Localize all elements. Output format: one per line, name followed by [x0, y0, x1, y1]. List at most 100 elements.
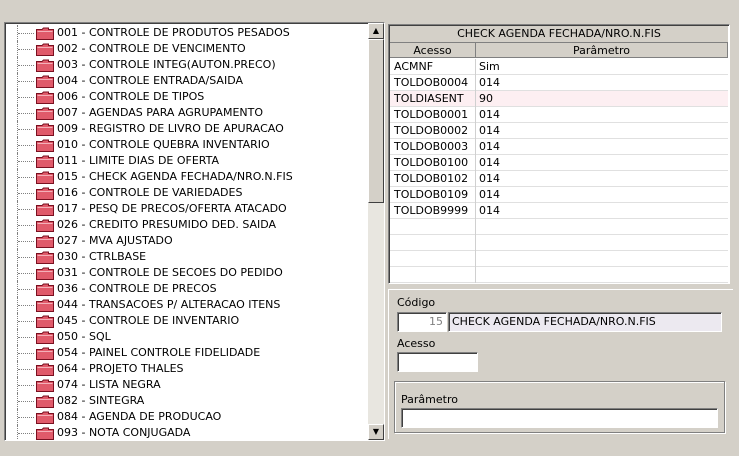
tree-line	[18, 49, 34, 50]
parametro-cell: 014	[479, 124, 500, 137]
tree-item[interactable]: 093 - NOTA CONJUGADA	[7, 425, 369, 440]
acesso-cell: TOLDIASENT	[394, 92, 464, 105]
scroll-thumb[interactable]	[368, 39, 384, 203]
tree-item[interactable]: 027 - MVA AJUSTADO	[7, 233, 369, 249]
tree-scrollbar[interactable]: ▲ ▼	[368, 23, 384, 440]
tree-item[interactable]: 007 - AGENDAS PARA AGRUPAMENTO	[7, 105, 369, 121]
column-header-acesso[interactable]: Acesso	[390, 43, 476, 58]
tree-line	[18, 417, 34, 418]
tree-item[interactable]: 064 - PROJETO THALES	[7, 361, 369, 377]
table-row[interactable]	[390, 219, 728, 235]
folder-icon	[36, 203, 54, 216]
grid-title: CHECK AGENDA FECHADA/NRO.N.FIS	[390, 26, 728, 43]
scroll-down-button[interactable]: ▼	[368, 424, 384, 440]
tree-item[interactable]: 017 - PESQ DE PRECOS/OFERTA ATACADO	[7, 201, 369, 217]
tree-line	[18, 241, 34, 242]
tree-item[interactable]: 036 - CONTROLE DE PRECOS	[7, 281, 369, 297]
tree-line	[18, 225, 34, 226]
table-row[interactable]: TOLDOB0004 014	[390, 75, 728, 91]
tree-item-label: 074 - LISTA NEGRA	[57, 378, 161, 391]
folder-icon	[36, 379, 54, 392]
tree-item-label: 027 - MVA AJUSTADO	[57, 234, 173, 247]
folder-icon	[36, 27, 54, 40]
tree-item[interactable]: 011 - LIMITE DIAS DE OFERTA	[7, 153, 369, 169]
folder-icon	[36, 155, 54, 168]
folder-icon	[36, 251, 54, 264]
folder-icon	[36, 363, 54, 376]
tree-item[interactable]: 010 - CONTROLE QUEBRA INVENTARIO	[7, 137, 369, 153]
table-row[interactable]: TOLDOB0102 014	[390, 171, 728, 187]
tree-item-label: 009 - REGISTRO DE LIVRO DE APURACAO	[57, 122, 284, 135]
tree-line	[18, 337, 34, 338]
tree-item-label: 016 - CONTROLE DE VARIEDADES	[57, 186, 243, 199]
tree-item-label: 004 - CONTROLE ENTRADA/SAIDA	[57, 74, 244, 87]
tree-item[interactable]: 002 - CONTROLE DE VENCIMENTO	[7, 41, 369, 57]
table-row[interactable]	[390, 251, 728, 267]
tree-line	[18, 193, 34, 194]
tree-item[interactable]: 006 - CONTROLE DE TIPOS	[7, 89, 369, 105]
table-row[interactable]: ACMNF Sim	[390, 59, 728, 75]
tree-item-label: 093 - NOTA CONJUGADA	[57, 426, 191, 439]
tree-line	[18, 353, 34, 354]
tree-item[interactable]: 016 - CONTROLE DE VARIEDADES	[7, 185, 369, 201]
tree-line	[18, 369, 34, 370]
tree-item-label: 064 - PROJETO THALES	[57, 362, 184, 375]
tree-item[interactable]: 003 - CONTROLE INTEG(AUTON.PRECO)	[7, 57, 369, 73]
tree-item[interactable]: 082 - SINTEGRA	[7, 393, 369, 409]
folder-icon	[36, 235, 54, 248]
folder-icon	[36, 123, 54, 136]
tree-view[interactable]: 001 - CONTROLE DE PRODUTOS PESADOS 002 - …	[4, 22, 385, 441]
tree-item-label: 007 - AGENDAS PARA AGRUPAMENTO	[57, 106, 263, 119]
tree-item-label: 003 - CONTROLE INTEG(AUTON.PRECO)	[57, 58, 276, 71]
tree-item[interactable]: 050 - SQL	[7, 329, 369, 345]
table-row[interactable]: TOLDOB0100 014	[390, 155, 728, 171]
table-row[interactable]: TOLDOB0002 014	[390, 123, 728, 139]
tree-item[interactable]: 009 - REGISTRO DE LIVRO DE APURACAO	[7, 121, 369, 137]
folder-icon	[36, 395, 54, 408]
tree-item[interactable]: 045 - CONTROLE DE INVENTARIO	[7, 313, 369, 329]
acesso-cell: TOLDOB0003	[394, 140, 469, 153]
parametro-cell: 014	[479, 188, 500, 201]
folder-icon	[36, 187, 54, 200]
table-row[interactable]: TOLDOB0001 014	[390, 107, 728, 123]
tree-item[interactable]: 054 - PAINEL CONTROLE FIDELIDADE	[7, 345, 369, 361]
tree-item-label: 031 - CONTROLE DE SECOES DO PEDIDO	[57, 266, 283, 279]
tree-item[interactable]: 074 - LISTA NEGRA	[7, 377, 369, 393]
tree-line	[18, 81, 34, 82]
tree-line	[18, 321, 34, 322]
tree-line	[18, 145, 34, 146]
table-row[interactable]	[390, 235, 728, 251]
parameter-grid[interactable]: CHECK AGENDA FECHADA/NRO.N.FIS Acesso Pa…	[388, 24, 730, 284]
table-row[interactable]	[390, 267, 728, 283]
tree-line	[18, 433, 34, 434]
tree-item[interactable]: 026 - CREDITO PRESUMIDO DED. SAIDA	[7, 217, 369, 233]
tree-line	[18, 305, 34, 306]
tree-item[interactable]: 030 - CTRLBASE	[7, 249, 369, 265]
parametro-field[interactable]	[401, 408, 718, 428]
tree-item-label: 054 - PAINEL CONTROLE FIDELIDADE	[57, 346, 261, 359]
tree-item[interactable]: 004 - CONTROLE ENTRADA/SAIDA	[7, 73, 369, 89]
tree-item[interactable]: 044 - TRANSACOES P/ ALTERACAO ITENS	[7, 297, 369, 313]
scroll-up-button[interactable]: ▲	[368, 23, 384, 39]
codigo-field[interactable]: 15	[397, 312, 447, 332]
parametro-cell: 014	[479, 204, 500, 217]
folder-icon	[36, 283, 54, 296]
acesso-field[interactable]	[397, 352, 478, 372]
tree-item-label: 050 - SQL	[57, 330, 111, 343]
tree-item[interactable]: 015 - CHECK AGENDA FECHADA/NRO.N.FIS	[7, 169, 369, 185]
column-divider	[475, 59, 476, 283]
folder-icon	[36, 139, 54, 152]
folder-icon	[36, 427, 54, 440]
table-row[interactable]: TOLDOB9999 014	[390, 203, 728, 219]
tree-item[interactable]: 001 - CONTROLE DE PRODUTOS PESADOS	[7, 25, 369, 41]
table-row[interactable]: TOLDOB0003 014	[390, 139, 728, 155]
acesso-cell: ACMNF	[394, 60, 434, 73]
folder-icon	[36, 411, 54, 424]
folder-icon	[36, 171, 54, 184]
column-header-parametro[interactable]: Parâmetro	[476, 43, 728, 58]
tree-item[interactable]: 084 - AGENDA DE PRODUCAO	[7, 409, 369, 425]
table-row[interactable]: TOLDIASENT 90	[390, 91, 728, 107]
table-row[interactable]: TOLDOB0109 014	[390, 187, 728, 203]
tree-item[interactable]: 031 - CONTROLE DE SECOES DO PEDIDO	[7, 265, 369, 281]
acesso-cell: TOLDOB0102	[394, 172, 469, 185]
